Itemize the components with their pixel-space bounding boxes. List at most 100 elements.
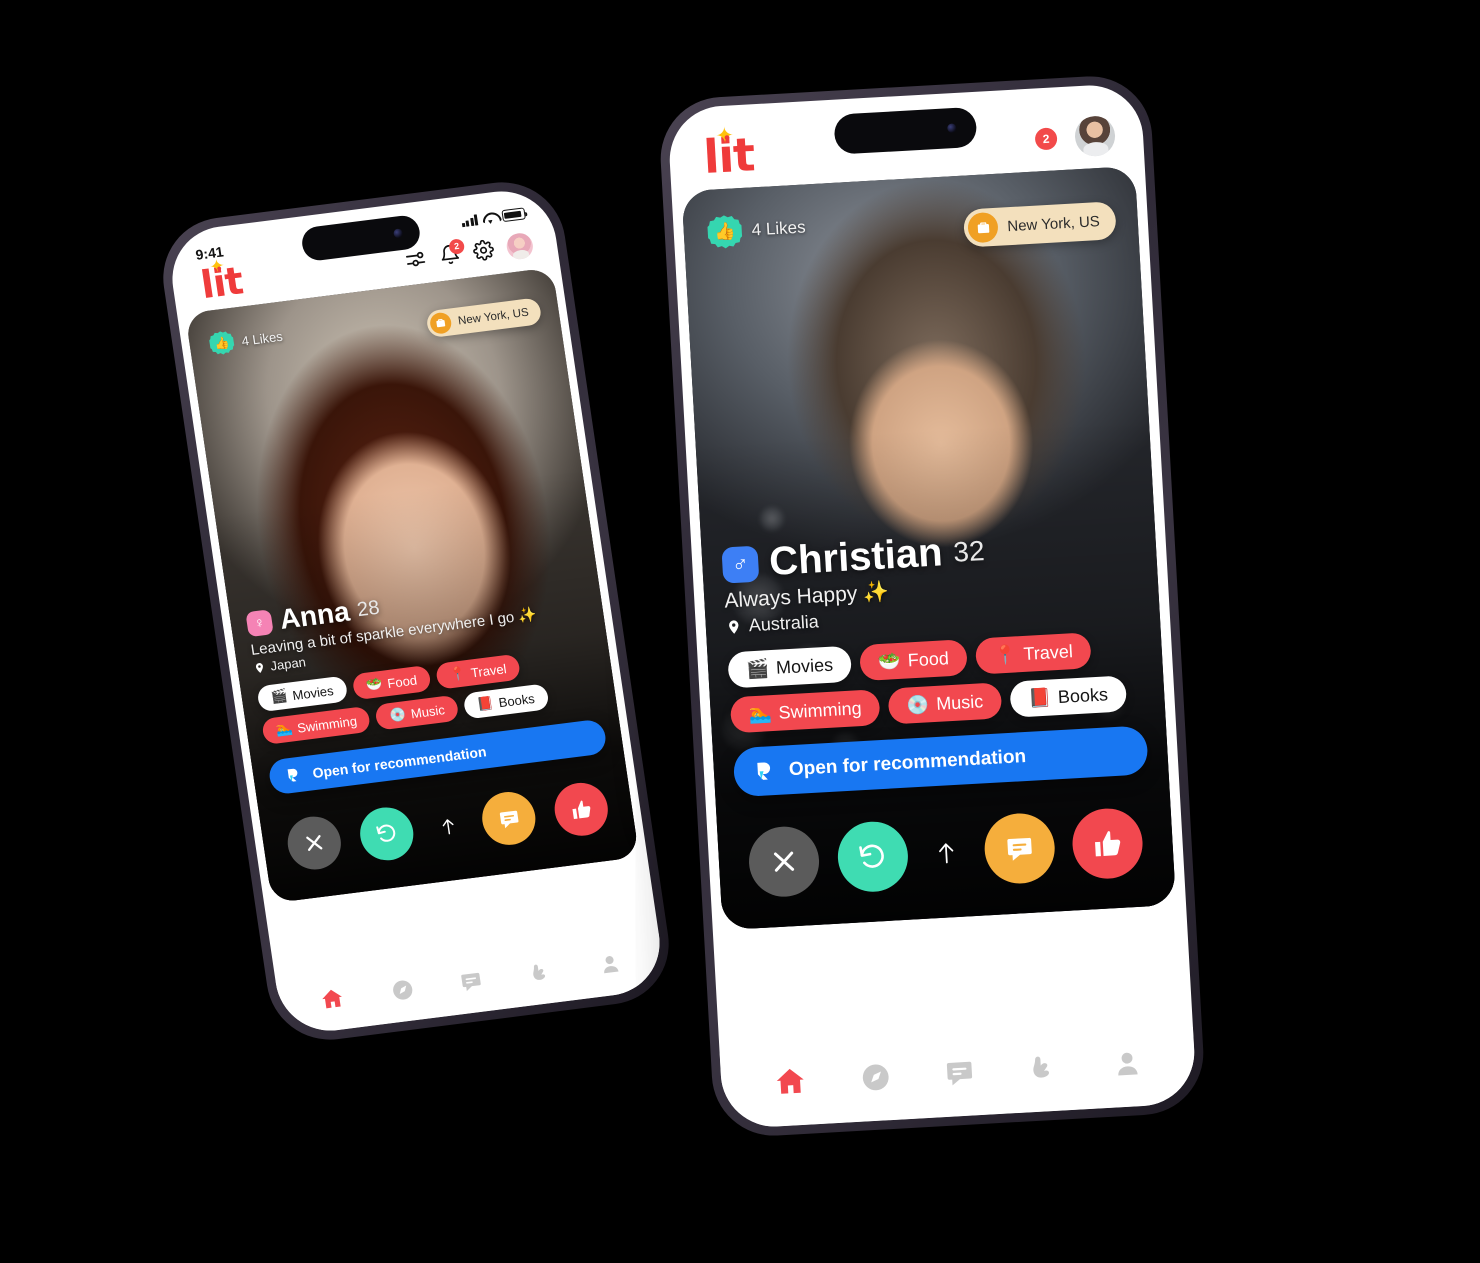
like-button[interactable] <box>551 779 612 839</box>
chat-button[interactable] <box>982 812 1057 886</box>
header-actions-right: 2 <box>1034 114 1117 159</box>
profile-country: Australia <box>748 611 820 636</box>
briefcase-icon <box>428 311 453 335</box>
nav-chat[interactable] <box>943 1056 976 1089</box>
tag-emoji: 🏊 <box>748 702 773 725</box>
user-avatar[interactable] <box>1073 114 1117 157</box>
close-button[interactable] <box>747 825 821 899</box>
tag-label: Travel <box>469 660 508 681</box>
tag-emoji: 🥗 <box>877 650 902 673</box>
phone-mockup-left: 9:41 ✦ ● lit 2 👍 4 Likes New York, US ♀ … <box>154 175 678 1047</box>
tag-food[interactable]: 🥗 Food <box>351 664 432 701</box>
tag-emoji: 🥗 <box>364 675 384 693</box>
phone-screen-right: ✦ ● lit 2 👍 4 Likes New York, US ♂ Chris… <box>666 82 1198 1130</box>
tag-music[interactable]: 💿 Music <box>887 682 1003 725</box>
dynamic-island <box>833 106 978 155</box>
nav-profile[interactable] <box>1111 1046 1144 1079</box>
tag-emoji: 🏊 <box>274 720 294 738</box>
location-badge-label: New York, US <box>1006 212 1101 236</box>
spark-icon: ✦ ● <box>208 255 227 278</box>
tag-label: Swimming <box>778 698 863 723</box>
tag-label: Swimming <box>296 712 358 736</box>
lit-mark-icon <box>284 766 303 785</box>
header-actions-left: 2 <box>403 231 535 273</box>
lit-mark-icon <box>753 759 777 783</box>
nav-explore[interactable] <box>860 1061 893 1094</box>
profile-name: Christian <box>768 530 944 585</box>
likes-count-label: 4 Likes <box>751 217 807 240</box>
bottom-nav-right <box>719 1027 1198 1130</box>
profile-card-left[interactable]: 👍 4 Likes New York, US ♀ Anna 28 Leaving… <box>185 267 640 904</box>
tag-label: Music <box>935 691 984 714</box>
tag-movies[interactable]: 🎬 Movies <box>727 646 853 689</box>
location-pin-icon <box>255 662 263 673</box>
tag-label: Travel <box>1022 641 1074 664</box>
spark-icon: ✦ ● <box>714 122 735 149</box>
chat-button[interactable] <box>478 788 539 848</box>
gear-settings-icon[interactable] <box>472 239 496 262</box>
camera-lens-icon <box>393 228 404 239</box>
tag-travel[interactable]: 📍 Travel <box>434 653 522 690</box>
tag-emoji: 📕 <box>476 695 495 712</box>
tag-label: Movies <box>291 682 335 703</box>
likes-badge: 👍 4 Likes <box>707 211 807 250</box>
profile-info-right: ♂ Christian 32 Always Happy ✨ Australia … <box>701 519 1165 735</box>
tag-label: Movies <box>775 654 834 678</box>
tag-emoji: 📍 <box>448 665 467 683</box>
cellular-signal-icon <box>460 213 479 227</box>
boost-button[interactable] <box>431 809 465 842</box>
profile-age: 28 <box>355 596 381 621</box>
briefcase-icon <box>967 212 1000 244</box>
tag-emoji: 📍 <box>993 643 1018 667</box>
bell-notification-icon[interactable]: 2 <box>438 238 466 266</box>
tag-emoji: 💿 <box>388 706 407 724</box>
gender-badge-male: ♂ <box>721 545 760 584</box>
sliders-filter-icon[interactable] <box>403 247 428 272</box>
like-button[interactable] <box>1070 807 1145 881</box>
notification-badge[interactable]: 2 <box>1034 126 1058 151</box>
screenshot-stage: 9:41 ✦ ● lit 2 👍 4 Likes New York, US ♀ … <box>0 0 1480 1263</box>
wifi-icon <box>482 211 498 224</box>
location-pin-icon <box>729 620 739 634</box>
nav-chat[interactable] <box>459 968 485 994</box>
tag-label: Food <box>386 672 418 691</box>
nav-home[interactable] <box>318 985 346 1013</box>
phone-mockup-right: ✦ ● lit 2 👍 4 Likes New York, US ♂ Chris… <box>657 73 1207 1139</box>
tag-movies[interactable]: 🎬 Movies <box>256 675 349 713</box>
tag-travel[interactable]: 📍 Travel <box>974 632 1092 676</box>
app-logo[interactable]: ✦ ● lit <box>198 255 245 307</box>
tag-food[interactable]: 🥗 Food <box>858 639 968 682</box>
nav-home[interactable] <box>773 1064 809 1100</box>
location-badge-label: New York, US <box>457 306 530 327</box>
recommendation-label: Open for recommendation <box>788 745 1027 781</box>
close-button[interactable] <box>284 813 345 873</box>
bottom-nav-left <box>275 933 667 1037</box>
nav-matches[interactable] <box>1027 1051 1060 1084</box>
tag-label: Books <box>497 690 536 710</box>
undo-button[interactable] <box>356 804 417 864</box>
thumbs-up-icon: 👍 <box>208 330 235 357</box>
thumbs-up-icon: 👍 <box>707 214 743 250</box>
battery-icon <box>501 207 526 222</box>
profile-country: Japan <box>269 654 307 674</box>
camera-lens-icon <box>947 123 957 133</box>
profile-age: 32 <box>952 534 986 568</box>
profile-card-right[interactable]: 👍 4 Likes New York, US ♂ Christian 32 Al… <box>681 166 1177 931</box>
nav-matches[interactable] <box>528 959 554 985</box>
tag-emoji: 🎬 <box>269 687 289 705</box>
tag-emoji: 🎬 <box>745 657 770 680</box>
tag-label: Music <box>409 701 446 721</box>
nav-profile[interactable] <box>597 951 623 977</box>
tag-label: Food <box>907 648 950 671</box>
nav-explore[interactable] <box>389 977 415 1003</box>
user-avatar[interactable] <box>504 231 535 261</box>
tag-books[interactable]: 📕 Books <box>1009 675 1127 719</box>
tag-label: Books <box>1057 684 1109 707</box>
undo-button[interactable] <box>835 820 910 895</box>
likes-count-label: 4 Likes <box>240 328 284 349</box>
gender-badge-female: ♀ <box>245 608 274 637</box>
boost-button[interactable] <box>925 832 967 874</box>
tag-emoji: 💿 <box>905 693 930 716</box>
app-logo[interactable]: ✦ ● lit <box>702 122 755 184</box>
phone-screen-left: 9:41 ✦ ● lit 2 👍 4 Likes New York, US ♀ … <box>165 185 667 1037</box>
